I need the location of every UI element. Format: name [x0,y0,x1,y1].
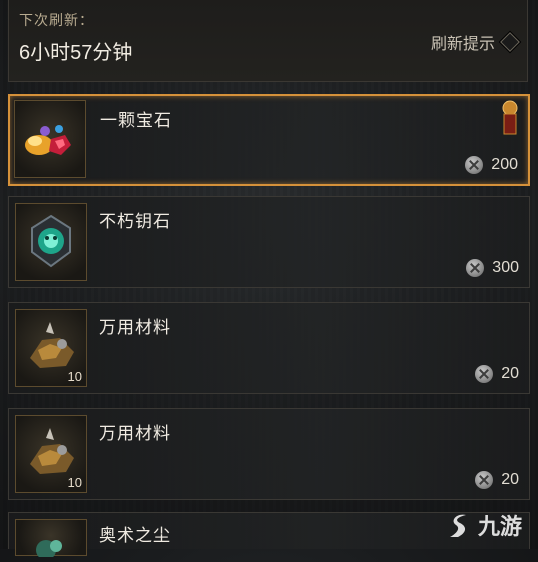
currency-coin-icon [475,365,494,383]
item-price: 20 [475,471,519,489]
item-icon-frame [14,100,86,178]
currency-coin-icon [466,259,485,277]
watermark-text: 九游 [477,514,522,539]
shop-item-material[interactable]: 10 万用材料 20 [8,302,530,394]
item-name: 奥术之尘 [99,526,171,545]
currency-coin-icon [475,471,494,489]
currency-coin-icon [465,156,484,174]
price-value: 300 [492,259,519,276]
item-name: 不朽钥石 [99,212,171,231]
shop-item-keystone[interactable]: 不朽钥石 300 [8,196,530,288]
price-value: 20 [501,365,519,382]
gem-icon [25,125,71,155]
item-quantity: 10 [67,369,82,384]
refresh-header: 下次刷新： 6小时57分钟 刷新提示 [8,0,528,82]
keystone-icon [31,214,71,268]
shop-item-gem[interactable]: 一颗宝石 200 [8,94,530,186]
item-price: 20 [475,365,519,383]
item-name: 一颗宝石 [100,111,172,130]
item-quantity: 10 [67,475,82,490]
price-value: 200 [491,156,518,173]
shop-badge-icon [502,100,518,135]
watermark-swirl-icon [449,514,466,537]
item-icon-frame [15,203,87,281]
item-name: 万用材料 [99,318,171,337]
refresh-countdown: 6小时57分钟 [19,42,133,64]
refresh-hint-toggle[interactable]: 刷新提示 [430,30,520,54]
watermark-logo: 九游 [448,509,522,541]
diamond-checkbox-icon[interactable] [500,32,520,52]
item-icon-frame [15,519,87,560]
shop-item-material[interactable]: 10 万用材料 20 [8,408,530,500]
item-name: 万用材料 [99,424,171,443]
price-value: 20 [501,471,519,488]
arcane-dust-icon [36,540,62,560]
item-icon-frame: 10 [15,415,87,493]
item-price: 200 [465,156,518,174]
refresh-hint-label: 刷新提示 [430,36,495,53]
item-price: 300 [466,259,519,277]
refresh-label: 下次刷新： [19,12,94,28]
item-icon-frame: 10 [15,309,87,387]
